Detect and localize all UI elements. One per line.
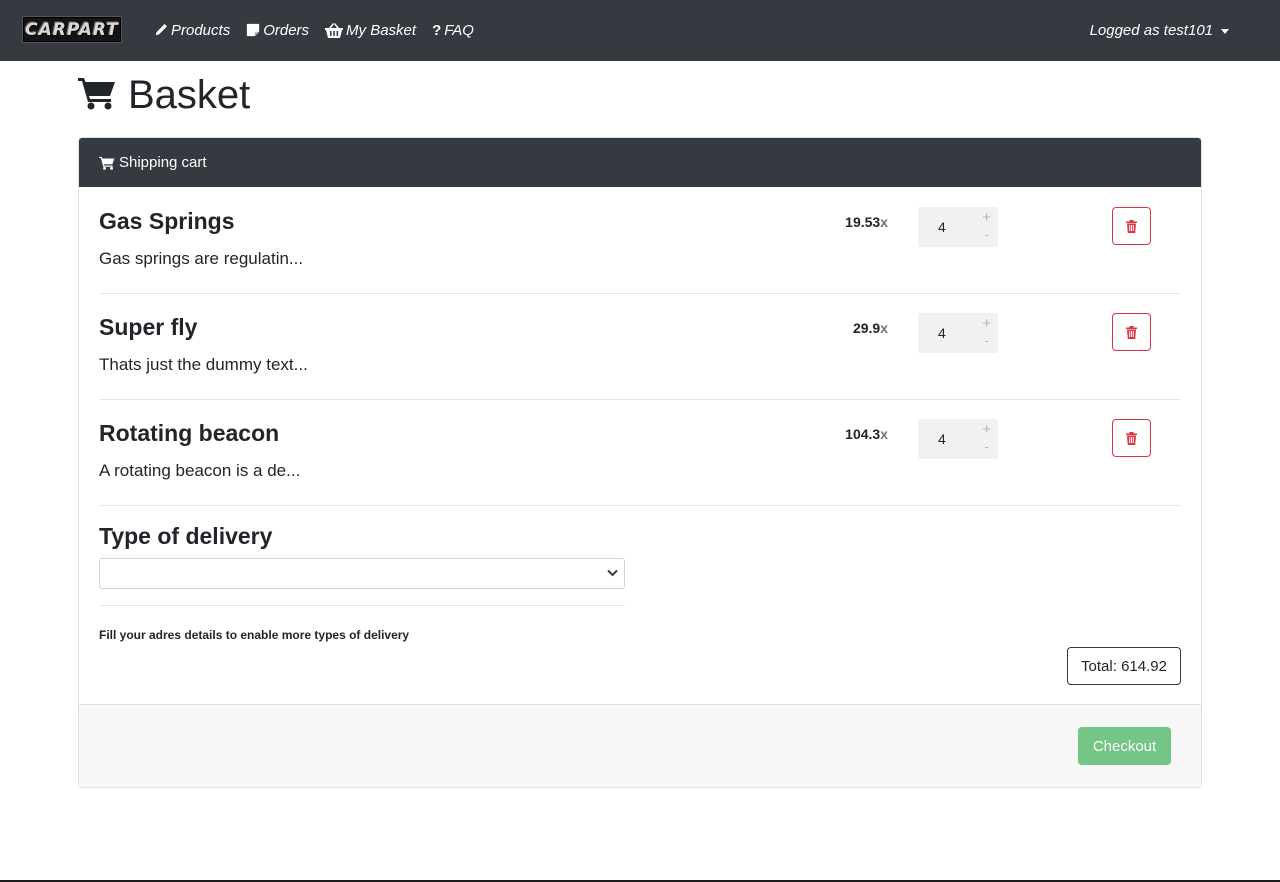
quantity-increment-button[interactable]: + — [982, 209, 991, 226]
quantity-value[interactable]: 4 — [938, 431, 946, 447]
page-title-text: Basket — [128, 73, 251, 117]
divider — [99, 605, 625, 606]
card-footer: Checkout — [79, 704, 1201, 787]
nav-orders-label: Orders — [263, 21, 310, 39]
item-price-multiplier: x — [880, 320, 888, 336]
question-icon: ? — [432, 21, 442, 39]
item-price-value: 29.9 — [852, 320, 881, 336]
cart-icon — [78, 76, 116, 115]
quantity-stepper[interactable]: 4 + - — [918, 419, 998, 459]
chevron-down-icon — [607, 569, 618, 577]
delete-item-button[interactable] — [1112, 419, 1151, 457]
quantity-stepper[interactable]: 4 + - — [918, 207, 998, 247]
brand-logo-text: CARPART — [25, 19, 119, 40]
quantity-increment-button[interactable]: + — [982, 315, 991, 332]
quantity-decrement-button[interactable]: - — [985, 333, 989, 348]
quantity-decrement-button[interactable]: - — [985, 227, 989, 242]
item-description: Thats just the dummy text... — [99, 355, 308, 374]
nav-my-basket-label: My Basket — [346, 21, 417, 39]
delivery-type-select[interactable] — [99, 558, 625, 589]
quantity-value[interactable]: 4 — [938, 219, 946, 235]
item-name: Gas Springs — [99, 208, 235, 234]
nav-products-label: Products — [171, 21, 231, 39]
item-price-value: 19.53 — [845, 214, 881, 230]
user-menu-label: Logged as test101 — [1089, 21, 1213, 39]
item-price-multiplier: x — [880, 426, 888, 442]
nav-faq[interactable]: ? FAQ — [432, 19, 474, 41]
item-price: 104.3x — [845, 426, 888, 442]
nav-faq-label: FAQ — [444, 21, 474, 39]
item-price-value: 104.3 — [845, 426, 881, 442]
quantity-decrement-button[interactable]: - — [985, 439, 989, 454]
checkout-button[interactable]: Checkout — [1078, 727, 1171, 765]
nav-products[interactable]: Products — [154, 19, 230, 41]
nav-orders[interactable]: Orders — [246, 19, 309, 41]
card-header-title: Shipping cart — [119, 154, 207, 171]
nav-my-basket[interactable]: My Basket — [325, 19, 416, 41]
trash-icon — [1126, 219, 1137, 233]
delivery-title: Type of delivery — [99, 523, 273, 549]
item-name: Super fly — [99, 314, 198, 340]
item-price: 29.9x — [853, 320, 888, 336]
pencil-icon — [154, 23, 168, 37]
note-icon — [246, 23, 260, 37]
delivery-note: Fill your adres details to enable more t… — [99, 628, 410, 642]
total-badge: Total: 614.92 — [1067, 647, 1181, 685]
delete-item-button[interactable] — [1112, 313, 1151, 351]
trash-icon — [1126, 431, 1137, 445]
card-header: Shipping cart — [79, 138, 1201, 187]
nav-links: Products Orders My Basket ? FAQ — [154, 19, 490, 41]
basket-card: Shipping cart Gas Springs Gas springs ar… — [78, 137, 1202, 788]
caret-down-icon — [1221, 28, 1229, 34]
user-menu-dropdown[interactable]: Logged as test101 — [1090, 19, 1229, 41]
quantity-stepper[interactable]: 4 + - — [918, 313, 998, 353]
quantity-increment-button[interactable]: + — [982, 421, 991, 438]
basket-item: Super fly Thats just the dummy text... 2… — [99, 294, 1181, 400]
item-price-multiplier: x — [880, 214, 888, 230]
delete-item-button[interactable] — [1112, 207, 1151, 245]
item-description: A rotating beacon is a de... — [99, 461, 301, 480]
quantity-value[interactable]: 4 — [938, 325, 946, 341]
brand-logo[interactable]: CARPART — [22, 16, 122, 43]
trash-icon — [1126, 325, 1137, 339]
item-description: Gas springs are regulatin... — [99, 249, 304, 268]
basket-item: Rotating beacon A rotating beacon is a d… — [99, 400, 1181, 506]
page-title: Basket — [78, 72, 250, 118]
basket-icon — [325, 22, 344, 38]
navbar: CARPART Products Orders My Basket ? FAQ … — [0, 0, 1280, 61]
basket-item: Gas Springs Gas springs are regulatin...… — [99, 188, 1181, 294]
item-price: 19.53x — [845, 214, 888, 230]
cart-icon — [99, 156, 115, 170]
item-name: Rotating beacon — [99, 420, 280, 446]
